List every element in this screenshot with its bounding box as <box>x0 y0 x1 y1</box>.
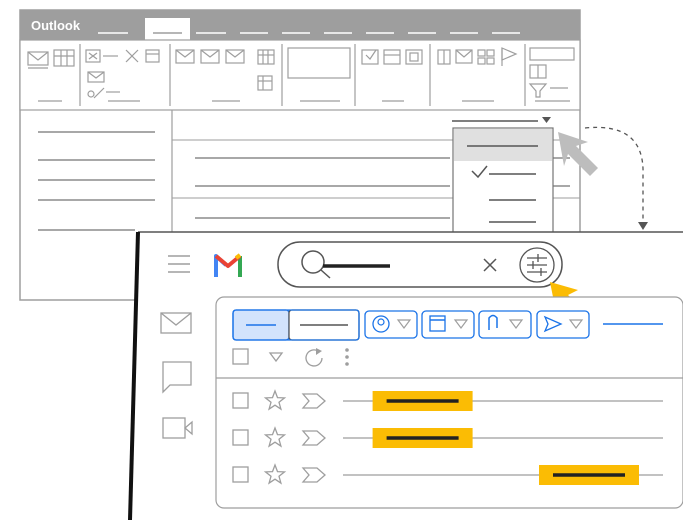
illustration: Outlook <box>19 9 683 520</box>
tab-active[interactable] <box>145 18 190 42</box>
search-bar <box>277 241 563 288</box>
sort-dropdown-menu <box>452 127 554 235</box>
date-filter[interactable] <box>421 310 475 339</box>
sort-option-hovered[interactable] <box>454 129 552 161</box>
sent-filter[interactable] <box>536 310 590 339</box>
more-icon[interactable] <box>345 348 349 366</box>
gmail-window <box>128 231 683 520</box>
outlook-title-bar <box>20 10 580 40</box>
outlook-title: Outlook <box>31 18 81 33</box>
outlook-ribbon <box>19 39 581 111</box>
from-filter[interactable] <box>364 310 418 339</box>
dashed-connector-arrow <box>584 126 644 225</box>
attachment-filter[interactable] <box>478 310 532 339</box>
